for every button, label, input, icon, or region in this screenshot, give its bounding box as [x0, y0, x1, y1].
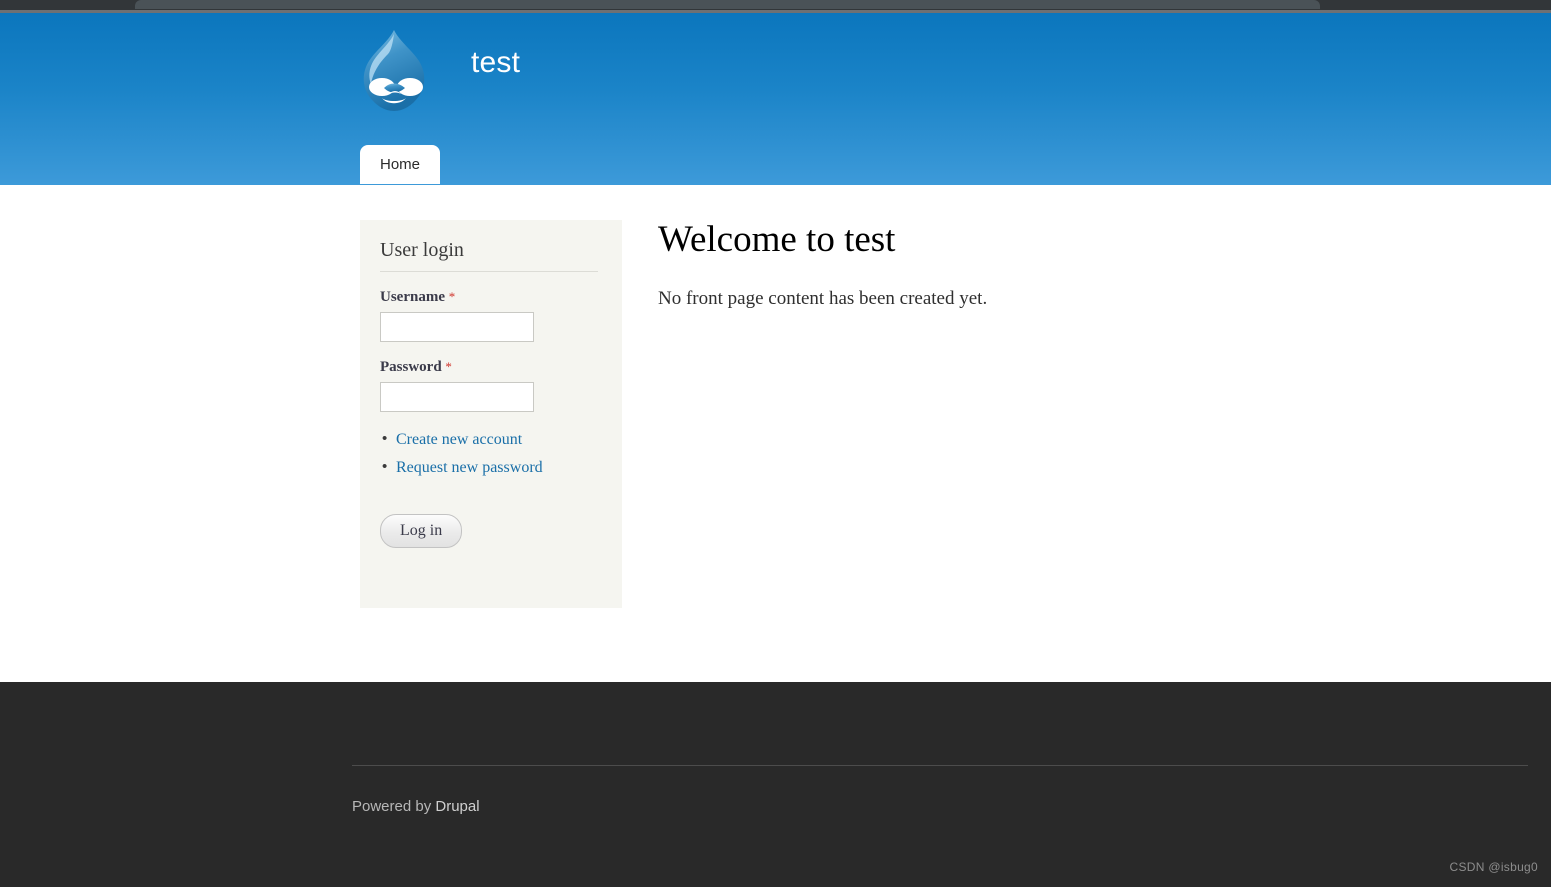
username-input[interactable] [380, 312, 534, 342]
list-item: Request new password [382, 458, 602, 478]
login-help-links: Create new account Request new password [380, 430, 602, 478]
username-label: Username * [380, 290, 602, 305]
powered-by-prefix: Powered by [352, 798, 436, 815]
password-required-marker: * [445, 359, 452, 374]
password-label-text: Password [380, 359, 442, 375]
powered-by-text: Powered by Drupal [352, 799, 480, 814]
username-label-text: Username [380, 289, 445, 305]
block-title-user-login: User login [380, 239, 464, 261]
form-item-password: Password * [380, 360, 602, 412]
password-input[interactable] [380, 382, 534, 412]
list-item: Create new account [382, 430, 602, 450]
request-new-password-link[interactable]: Request new password [396, 459, 543, 476]
nav-tab-home[interactable]: Home [360, 145, 441, 184]
site-header: test Home [0, 13, 1551, 185]
password-label: Password * [380, 360, 602, 375]
drupal-link[interactable]: Drupal [435, 798, 479, 815]
header-inner: test Home [358, 13, 1528, 185]
main-content: Welcome to test No front page content ha… [658, 219, 1418, 311]
page-content-region: User login Username * Password * Create … [0, 185, 1551, 682]
drupal-droplet-logo-icon[interactable] [358, 28, 430, 114]
page-title: Welcome to test [658, 219, 896, 260]
user-login-block: User login Username * Password * Create … [360, 220, 622, 608]
log-in-button[interactable]: Log in [380, 514, 463, 548]
create-new-account-link[interactable]: Create new account [396, 431, 522, 448]
site-footer: Powered by Drupal CSDN @isbug0 [0, 682, 1551, 887]
block-title-divider [380, 271, 598, 272]
form-item-username: Username * [380, 290, 602, 342]
footer-inner: Powered by Drupal [352, 682, 1528, 887]
browser-tab-strip[interactable] [135, 0, 1320, 9]
username-required-marker: * [448, 289, 456, 304]
browser-chrome [0, 0, 1551, 10]
site-name: test [471, 46, 521, 79]
watermark-text: CSDN @isbug0 [1449, 860, 1538, 874]
footer-divider [352, 765, 1528, 766]
empty-front-page-message: No front page content has been created y… [658, 287, 988, 309]
primary-navigation: Home [360, 145, 441, 185]
